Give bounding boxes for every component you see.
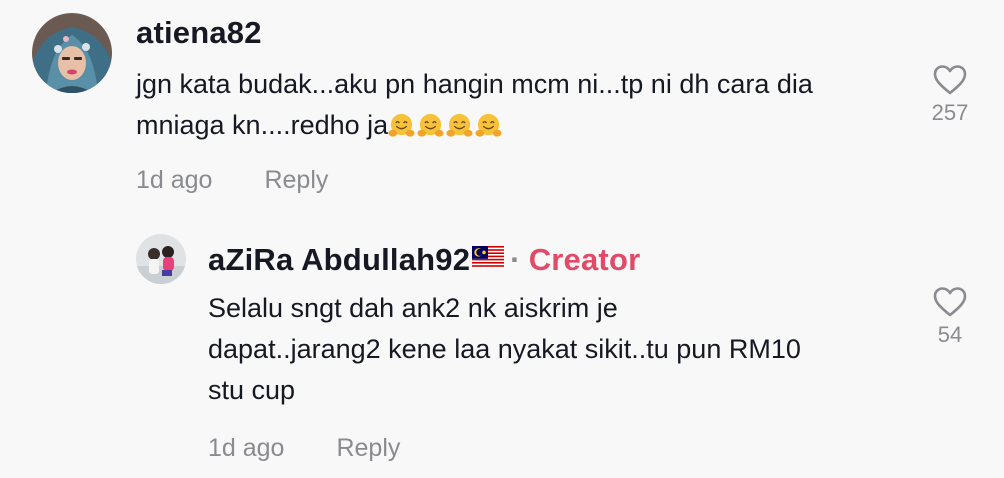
like-button[interactable]: 54 [920,286,980,348]
hugging-face-emoji [417,113,444,137]
avatar[interactable] [32,13,112,93]
hugging-face-emoji [446,113,473,137]
comment-text: jgn kata budak...aku pn hangin mcm ni...… [136,64,896,146]
reply-username-row: aZiRa Abdullah92 · Creator [208,240,640,278]
hugging-face-emoji [475,113,502,137]
reply-button[interactable]: Reply [264,166,328,194]
comment-time: 1d ago [136,166,213,194]
heart-outline-icon [933,287,967,317]
comment-text-line: Selalu sngt dah ank2 nk aiskrim je [208,293,618,323]
comment-text-line: dapat..jarang2 kene laa nyakat sikit..tu… [208,334,801,364]
hugging-face-emoji-icon [388,110,504,140]
comment-meta: 1d ago Reply [136,166,328,195]
comment-azira-abdullah92: aZiRa Abdullah92 · Creator Selalu sngt da… [0,210,1004,478]
comment-time: 1d ago [208,434,285,462]
comment-username[interactable]: aZiRa Abdullah92 [208,242,470,277]
malaysia-flag-icon [472,240,505,276]
like-button[interactable]: 257 [920,64,980,126]
comment-username[interactable]: atiena82 [136,15,262,51]
heart-outline-icon [933,65,967,95]
creator-badge: Creator [528,242,641,277]
comment-atiena82: atiena82 jgn kata budak...aku pn hangin … [0,0,1004,210]
like-count: 54 [937,322,963,347]
avatar[interactable] [136,234,186,284]
reply-button[interactable]: Reply [336,434,400,462]
comment-text-line: stu cup [208,375,296,405]
hugging-face-emoji [388,113,415,137]
like-count: 257 [931,100,969,125]
comment-meta: 1d ago Reply [208,434,400,463]
separator-dot: · [510,242,521,277]
comment-text: Selalu sngt dah ank2 nk aiskrim je dapat… [208,288,908,411]
